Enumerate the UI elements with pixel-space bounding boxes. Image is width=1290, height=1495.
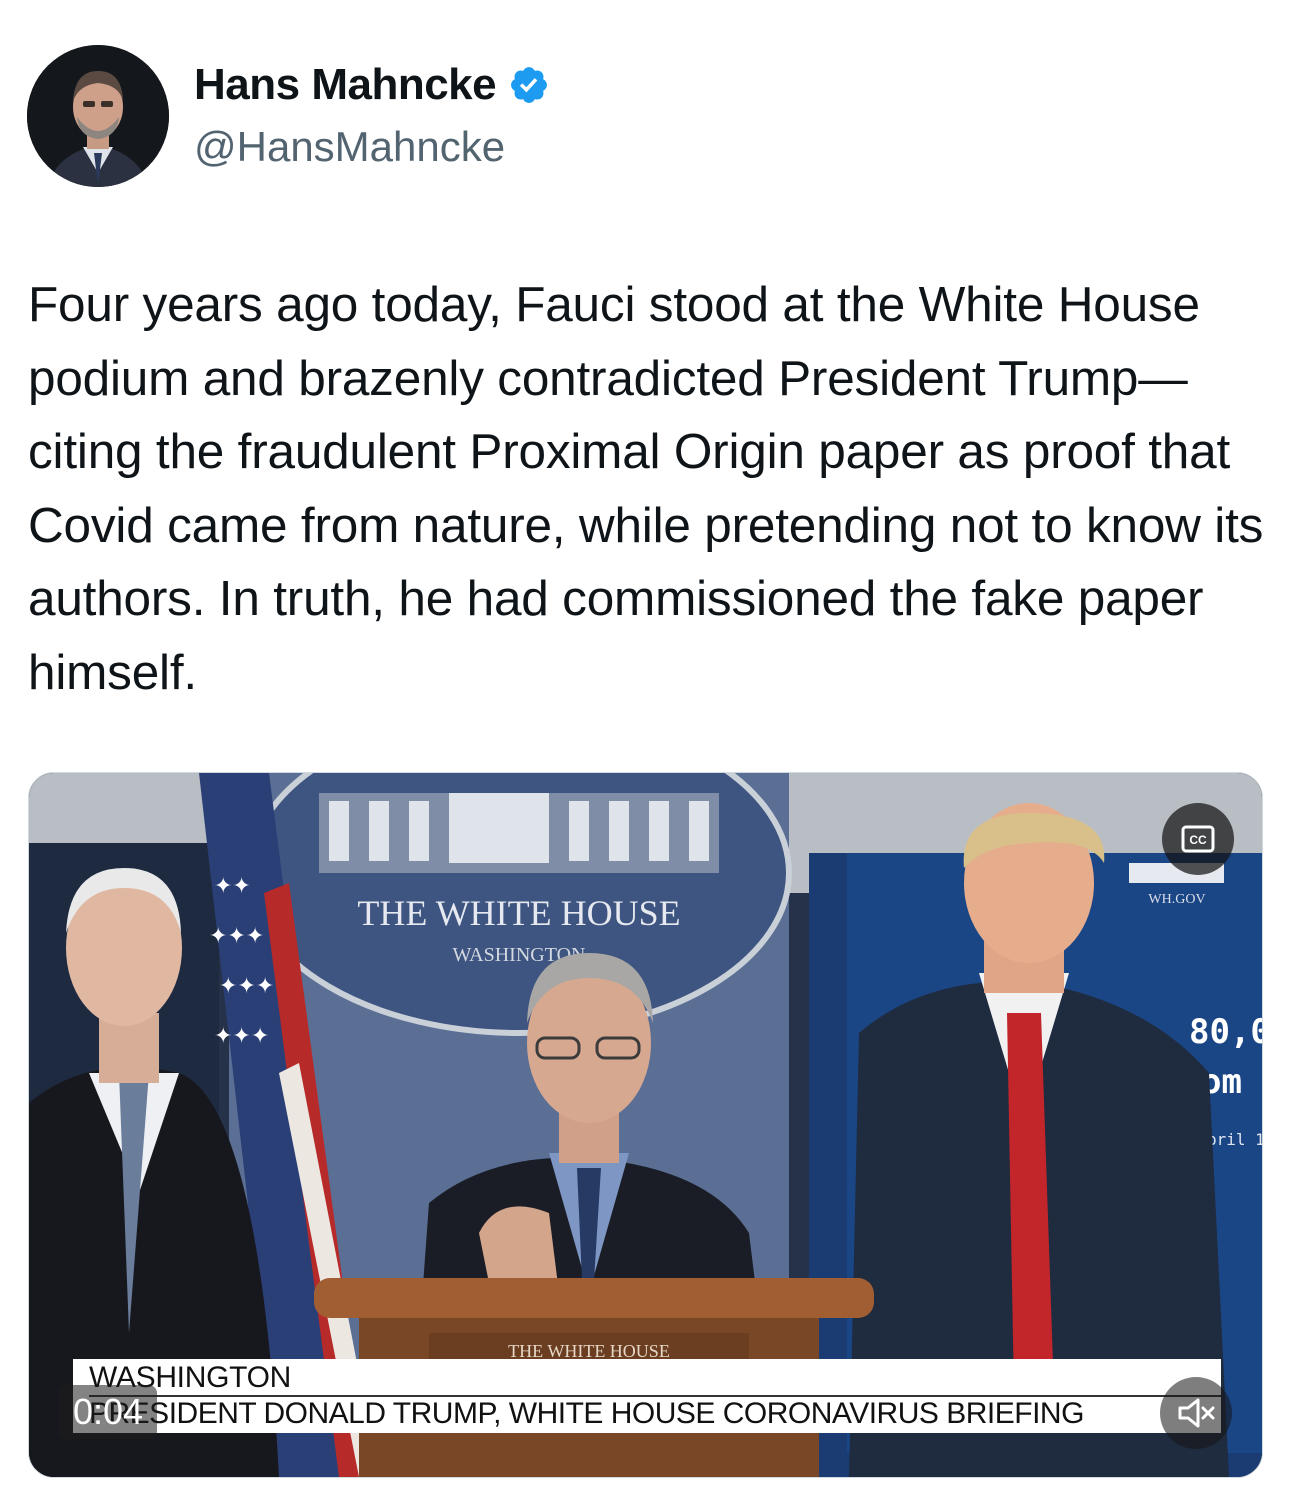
seal-title: THE WHITE HOUSE [357, 893, 680, 933]
svg-text:✦✦✦: ✦✦✦ [209, 924, 264, 949]
news-lower-third: WASHINGTON PRESIDENT DONALD TRUMP, WHITE… [73, 1359, 1221, 1433]
author-avatar[interactable] [27, 45, 169, 187]
author-handle[interactable]: @HansMahncke [194, 123, 505, 171]
closed-captions-button[interactable]: CC [1162, 803, 1234, 875]
svg-text:✦✦✦: ✦✦✦ [214, 1024, 269, 1049]
speaker-muted-icon [1178, 1398, 1215, 1428]
avatar-photo [27, 45, 169, 187]
mute-toggle-button[interactable] [1160, 1377, 1232, 1449]
author-name-row[interactable]: Hans Mahncke [194, 60, 550, 110]
verified-badge-icon [511, 67, 548, 103]
svg-text:✦✦: ✦✦ [214, 874, 251, 899]
svg-text:✦✦✦: ✦✦✦ [219, 974, 274, 999]
screen-label: WH.GOV [1148, 892, 1205, 907]
closed-captions-icon: CC [1181, 825, 1215, 853]
podium-text: THE WHITE HOUSE [508, 1341, 670, 1361]
video-player[interactable]: THE WHITE HOUSE WASHINGTON ✦✦ ✦✦✦ ✦✦✦ ✦✦✦ … [28, 772, 1263, 1478]
svg-text:CC: CC [1189, 833, 1207, 847]
screen-date: pril 16 [1207, 1130, 1262, 1149]
author-display-name[interactable]: Hans Mahncke [194, 60, 497, 110]
video-timestamp: 0:04 [59, 1385, 158, 1439]
tweet-text: Four years ago today, Fauci stood at the… [28, 277, 1264, 700]
screen-numbers: 80,0 [1189, 1012, 1262, 1052]
lower-third-headline: PRESIDENT DONALD TRUMP, WHITE HOUSE CORO… [89, 1397, 1084, 1430]
